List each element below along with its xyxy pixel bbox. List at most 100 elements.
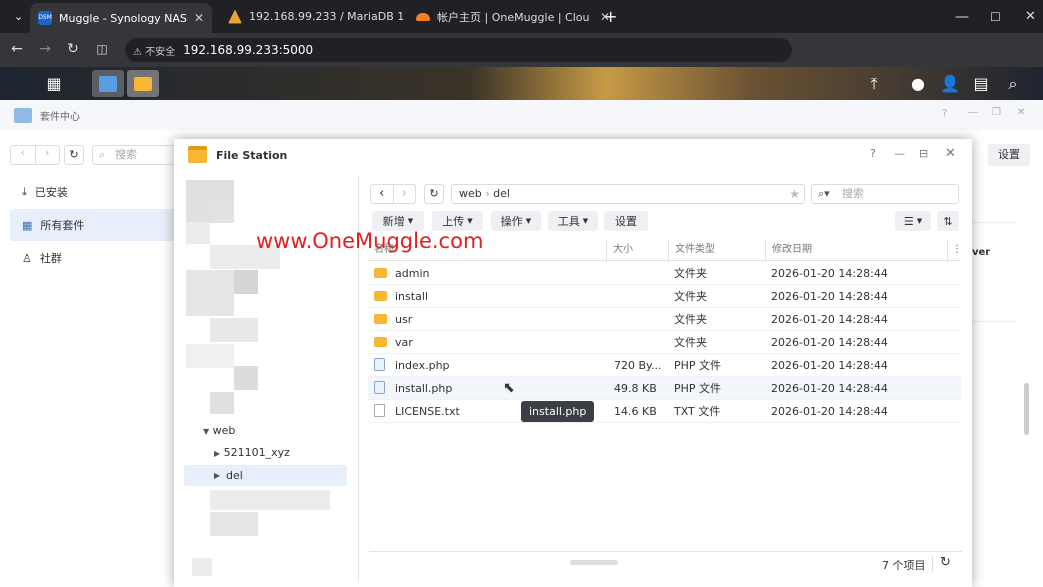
pkg-scrollbar[interactable] bbox=[1024, 383, 1029, 435]
pkg-settings-button[interactable]: 设置 bbox=[988, 144, 1030, 166]
column-type[interactable]: 文件类型 bbox=[668, 239, 715, 262]
url-text[interactable]: 192.168.99.233:5000 bbox=[183, 43, 313, 57]
pixelated-area bbox=[210, 490, 330, 510]
forward-chevron-icon[interactable]: › bbox=[392, 185, 416, 203]
restore-icon[interactable]: ❐ bbox=[992, 107, 1001, 118]
tab-synology[interactable]: DSM Muggle - Synology NAS ✕ bbox=[30, 3, 212, 33]
table-row[interactable]: LICENSE.txt 14.6 KB TXT 文件 2026-01-20 14:28… bbox=[368, 400, 961, 423]
forward-arrow-icon[interactable]: → bbox=[36, 41, 54, 57]
pixelated-area bbox=[210, 392, 234, 414]
sort-icon: ⇅ bbox=[943, 214, 953, 228]
button-label: 操作 bbox=[500, 215, 523, 228]
action-button[interactable]: 操作 ▼ bbox=[491, 211, 541, 231]
tools-button[interactable]: 工具 ▼ bbox=[548, 211, 598, 231]
table-row[interactable]: var 文件夹 2026-01-20 14:28:44 bbox=[368, 331, 961, 354]
column-modified[interactable]: 修改日期 bbox=[765, 239, 812, 262]
footer-refresh-icon[interactable]: ↻ bbox=[940, 555, 951, 570]
search-icon[interactable]: ⌕ bbox=[997, 70, 1029, 97]
package-card[interactable]: ver bbox=[972, 222, 1017, 322]
path-segment[interactable]: del bbox=[493, 187, 510, 200]
pixelated-area bbox=[186, 222, 210, 244]
tree-node-521101[interactable]: ▶ 521101_xyz bbox=[214, 446, 290, 459]
caret-down-icon: ▼ bbox=[525, 217, 532, 225]
file-station-taskbar-icon[interactable] bbox=[127, 70, 159, 97]
tree-node-web[interactable]: ▼ web bbox=[203, 424, 235, 437]
item-count: 7 个项目 bbox=[882, 559, 926, 572]
path-bar[interactable]: web › del ★ bbox=[451, 184, 805, 204]
close-icon[interactable]: ✕ bbox=[194, 11, 204, 25]
back-chevron-icon[interactable]: ‹ bbox=[371, 185, 393, 203]
help-icon[interactable]: ? bbox=[870, 147, 876, 160]
sidebar-item-all-packages[interactable]: ▦ 所有套件 bbox=[10, 209, 175, 241]
sidebar-item-installed[interactable]: ⤓ 已安装 bbox=[10, 176, 175, 208]
search-placeholder: 搜索 bbox=[115, 148, 137, 161]
table-row[interactable]: install 文件夹 2026-01-20 14:28:44 bbox=[368, 285, 961, 308]
caret-right-icon: ▶ bbox=[214, 449, 221, 458]
file-size: 14.6 KB bbox=[614, 405, 657, 418]
help-icon[interactable]: ? bbox=[942, 108, 947, 119]
view-mode-button[interactable]: ☰ ▼ bbox=[895, 211, 931, 231]
tree-node-del[interactable]: ▶ del bbox=[184, 465, 347, 486]
dsm-favicon-icon: DSM bbox=[38, 11, 52, 25]
sidebar-item-community[interactable]: ♙ 社群 bbox=[10, 242, 175, 274]
close-icon[interactable]: ✕ bbox=[945, 146, 956, 161]
address-bar[interactable]: ⚠ 不安全 192.168.99.233:5000 bbox=[125, 38, 792, 62]
tab-mariadb[interactable]: 192.168.99.233 / MariaDB 10 ✕ bbox=[220, 4, 404, 29]
php-file-icon bbox=[374, 354, 385, 377]
fs-search-input[interactable]: ⌕▾ 搜索 bbox=[811, 184, 959, 204]
table-row[interactable]: install.php 49.8 KB PHP 文件 2026-01-20 14:28… bbox=[368, 377, 961, 400]
tab-list-button[interactable]: ⌄ bbox=[6, 4, 26, 29]
minimize-window-button[interactable]: — bbox=[947, 4, 977, 29]
maximize-window-button[interactable]: ☐ bbox=[982, 4, 1009, 29]
caret-right-icon: ▶ bbox=[214, 471, 221, 480]
horizontal-scrollbar[interactable] bbox=[570, 560, 618, 565]
minimize-icon[interactable]: — bbox=[968, 107, 978, 118]
main-menu-grid-icon[interactable]: ▦ bbox=[38, 70, 70, 97]
widgets-icon[interactable]: ▤ bbox=[965, 70, 997, 97]
forward-chevron-icon[interactable]: › bbox=[34, 146, 60, 164]
table-row[interactable]: admin 文件夹 2026-01-20 14:28:44 bbox=[368, 262, 961, 285]
close-window-button[interactable]: ✕ bbox=[1017, 4, 1043, 29]
maximize-icon[interactable]: ⊟ bbox=[919, 147, 928, 160]
pkg-search-input[interactable]: ⌕ 搜索 bbox=[92, 145, 177, 165]
package-center-taskbar-icon[interactable] bbox=[92, 70, 124, 97]
sidebar-label: 所有套件 bbox=[40, 219, 85, 232]
reload-icon[interactable]: ↻ bbox=[64, 41, 82, 57]
pixelated-area bbox=[186, 344, 234, 368]
file-name: index.php bbox=[395, 359, 450, 372]
file-modified: 2026-01-20 14:28:44 bbox=[771, 382, 888, 395]
tab-cloudflare[interactable]: 帐户主页 | OneMuggle | Clou ✕ bbox=[408, 4, 618, 29]
settings-button[interactable]: 设置 bbox=[604, 211, 648, 231]
table-row[interactable]: usr 文件夹 2026-01-20 14:28:44 bbox=[368, 308, 961, 331]
back-chevron-icon[interactable]: ‹ bbox=[11, 146, 35, 164]
window-title: 套件中心 bbox=[40, 111, 80, 123]
table-row[interactable]: index.php 720 By... PHP 文件 2026-01-20 14:28… bbox=[368, 354, 961, 377]
file-type: 文件夹 bbox=[674, 290, 707, 303]
create-button[interactable]: 新增 ▼ bbox=[372, 211, 424, 231]
back-arrow-icon[interactable]: ← bbox=[8, 41, 26, 57]
notification-chat-icon[interactable]: ● bbox=[902, 70, 934, 97]
file-modified: 2026-01-20 14:28:44 bbox=[771, 313, 888, 326]
upload-button[interactable]: 上传 ▼ bbox=[432, 211, 483, 231]
download-icon: ⤓ bbox=[22, 185, 27, 198]
close-icon[interactable]: ✕ bbox=[1017, 107, 1025, 118]
column-size[interactable]: 大小 bbox=[606, 239, 633, 262]
sort-button[interactable]: ⇅ bbox=[937, 211, 959, 231]
caret-down-icon: ▼ bbox=[203, 427, 210, 436]
php-file-icon bbox=[374, 377, 385, 400]
refresh-button[interactable]: ↻ bbox=[64, 145, 84, 165]
file-type: 文件夹 bbox=[674, 336, 707, 349]
minimize-icon[interactable]: — bbox=[894, 147, 905, 160]
insecure-badge[interactable]: ⚠ 不安全 bbox=[133, 43, 175, 58]
file-type: 文件夹 bbox=[674, 267, 707, 280]
watermark-text: www.OneMuggle.com bbox=[256, 229, 484, 253]
upload-queue-icon[interactable]: ⤒ bbox=[858, 70, 890, 97]
path-segment[interactable]: web bbox=[459, 187, 482, 200]
fs-refresh-button[interactable]: ↻ bbox=[424, 184, 444, 204]
star-favorite-icon[interactable]: ★ bbox=[789, 185, 800, 203]
tree-label: 521101_xyz bbox=[223, 446, 290, 459]
new-tab-button[interactable]: + bbox=[596, 4, 620, 29]
user-icon[interactable]: 👤 bbox=[934, 70, 966, 97]
column-options-icon[interactable]: ⋮ bbox=[947, 239, 962, 262]
split-view-icon[interactable]: ◫ bbox=[93, 42, 111, 56]
